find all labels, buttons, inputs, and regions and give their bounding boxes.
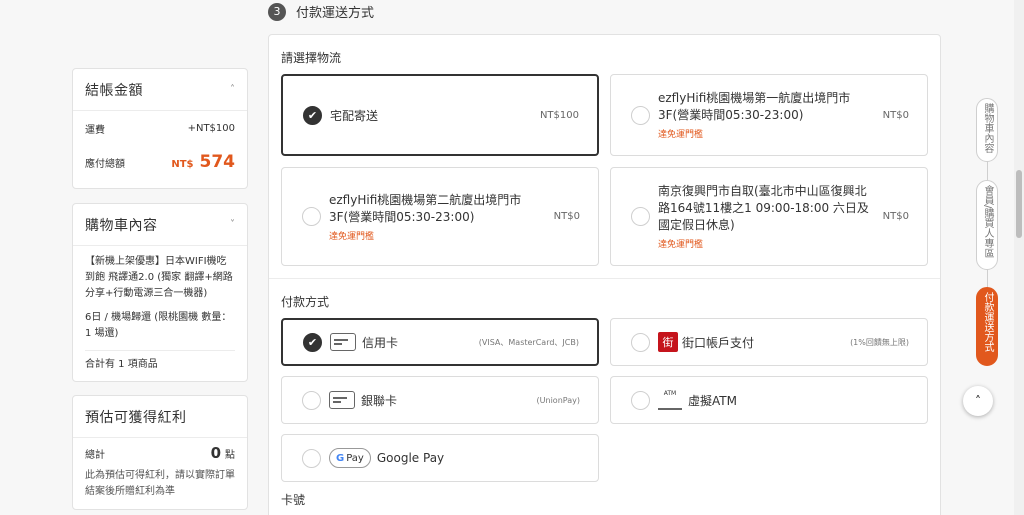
radio-button[interactable]: [631, 207, 650, 226]
radio-button[interactable]: [631, 390, 650, 410]
cart-contents-card: 購物車內容 ˅ 【新機上架優惠】日本WIFI機吃到飽 飛譯通2.0 (獨家 翻譯…: [72, 203, 248, 382]
nav-connector: [987, 268, 988, 288]
free-shipping-note: 達免運門檻: [329, 231, 375, 242]
chevron-up-icon[interactable]: ˄: [230, 84, 235, 95]
scrollbar-thumb[interactable]: [1016, 170, 1022, 238]
section-divider: [269, 278, 940, 279]
checkout-summary-header[interactable]: 結帳金額 ˄: [73, 69, 247, 111]
total-label: 應付總額: [85, 158, 125, 170]
payment-option-name: 街口帳戶支付: [682, 335, 755, 350]
payment-option-name: 虛擬ATM: [688, 393, 737, 408]
shipping-option-price: NT$100: [539, 109, 579, 121]
shipping-option-name: 宅配寄送: [330, 108, 379, 123]
points-note: 此為預估可得紅利，請以實際訂單結案後所贈紅利為準: [85, 470, 235, 497]
radio-button[interactable]: [302, 448, 321, 468]
credit-card-icon: [330, 333, 356, 351]
side-nav-label: 會員/購買人專區: [982, 185, 993, 259]
cart-contents-title: 購物車內容: [85, 217, 158, 234]
scroll-top-button[interactable]: ˄: [963, 386, 993, 416]
cart-item-count: 合計有 1 項商品: [85, 359, 158, 370]
arrow-up-icon: ˄: [975, 394, 981, 408]
payment-option-jkopay[interactable]: 街 街口帳戶支付 (1%回饋無上限): [610, 318, 928, 366]
payment-option-name: 銀聯卡: [361, 393, 398, 408]
total-amount: 574: [199, 152, 236, 172]
shipping-fee-value: +NT$100: [187, 122, 235, 134]
google-pay-icon: G Pay: [329, 448, 371, 468]
payment-option-virtual-atm[interactable]: ATM 虛擬ATM: [610, 376, 928, 424]
payment-option-note: (VISA、MasterCard、JCB): [478, 337, 579, 347]
radio-button[interactable]: [302, 390, 321, 410]
atm-icon: ATM: [658, 390, 682, 410]
cart-contents-header[interactable]: 購物車內容 ˅: [73, 204, 247, 246]
step-number: 3: [268, 2, 286, 21]
step-header: 3 付款運送方式: [268, 2, 374, 21]
nav-connector: [987, 160, 988, 180]
payment-option-name: Google Pay: [376, 451, 445, 465]
step-title: 付款運送方式: [296, 6, 375, 21]
free-shipping-note: 達免運門檻: [658, 130, 704, 140]
shipping-option-name: 南京復興門市自取(臺北市中山區復興北路164號11樓之1 09:00-18:00…: [658, 184, 869, 232]
chevron-down-icon[interactable]: ˅: [230, 219, 235, 230]
points-unit: 點: [225, 450, 235, 461]
side-nav-label: 付款運送方式: [982, 292, 993, 352]
shipping-section-label: 請選擇物流: [281, 51, 342, 65]
points-value: 0: [210, 444, 221, 462]
shipping-option-name: ezflyHifi桃園機場第二航廈出境門市3F(營業時間05:30-23:00): [329, 192, 522, 224]
card-number-label: 卡號: [281, 493, 306, 507]
payment-option-unionpay[interactable]: 銀聯卡 (UnionPay): [281, 376, 599, 424]
payment-shipping-panel: 請選擇物流 ✔ 宅配寄送 NT$100 ezflyHifi桃園機場第一航廈出境門…: [268, 34, 941, 515]
payment-option-name: 信用卡: [362, 335, 399, 350]
checkout-summary-title: 結帳金額: [85, 82, 143, 99]
payment-option-note: (1%回饋無上限): [850, 337, 909, 347]
check-icon: ✔: [303, 105, 322, 125]
shipping-option-home-delivery[interactable]: ✔ 宅配寄送 NT$100: [281, 74, 599, 156]
shipping-option-t1-store[interactable]: ezflyHifi桃園機場第一航廈出境門市3F(營業時間05:30-23:00)…: [610, 74, 928, 156]
points-total-label: 總計: [85, 449, 105, 461]
side-nav-payment-shipping[interactable]: 付款運送方式: [976, 287, 998, 366]
radio-button[interactable]: [302, 207, 321, 226]
scrollbar[interactable]: [1014, 0, 1024, 515]
shipping-option-price: NT$0: [882, 109, 909, 121]
points-total-row: 總計 0 點: [73, 438, 247, 468]
shipping-option-nanjing-pickup[interactable]: 南京復興門市自取(臺北市中山區復興北路164號11樓之1 09:00-18:00…: [610, 167, 928, 266]
side-nav-cart[interactable]: 購物車內容: [976, 98, 998, 162]
payment-option-google-pay[interactable]: G Pay Google Pay: [281, 434, 599, 482]
total-row: 應付總額 NT$ 574: [73, 145, 247, 179]
total-currency: NT$: [171, 159, 194, 170]
payment-section-label: 付款方式: [281, 295, 330, 309]
checkout-summary-card: 結帳金額 ˄ 運費 +NT$100 應付總額 NT$ 574: [72, 68, 248, 189]
cart-product-spec: 6日 / 機場歸還 (限桃園機 數量：1 場還): [85, 312, 232, 339]
shipping-option-price: NT$0: [553, 211, 580, 222]
shipping-option-t2-store[interactable]: ezflyHifi桃園機場第二航廈出境門市3F(營業時間05:30-23:00)…: [281, 167, 599, 266]
unionpay-card-icon: [329, 391, 355, 409]
cart-product-name: 【新機上架優惠】日本WIFI機吃到飽 飛譯通2.0 (獨家 翻譯+網路分享+行動…: [85, 256, 233, 299]
side-nav-member[interactable]: 會員/購買人專區: [976, 180, 998, 270]
jkopay-icon: 街: [658, 332, 678, 352]
side-nav-label: 購物車內容: [982, 103, 993, 153]
payment-option-credit-card[interactable]: ✔ 信用卡 (VISA、MasterCard、JCB): [281, 318, 599, 366]
shipping-option-name: ezflyHifi桃園機場第一航廈出境門市3F(營業時間05:30-23:00): [658, 91, 851, 122]
radio-button[interactable]: [631, 105, 650, 125]
shipping-option-price: NT$0: [882, 211, 909, 222]
shipping-fee-row: 運費 +NT$100: [73, 111, 247, 145]
shipping-fee-label: 運費: [85, 124, 105, 136]
google-pay-icon-text: Pay: [346, 452, 364, 464]
points-title: 預估可獲得紅利: [85, 409, 187, 426]
radio-button[interactable]: [631, 332, 650, 352]
check-icon: ✔: [303, 332, 322, 352]
payment-option-note: (UnionPay): [536, 395, 580, 405]
points-card: 預估可獲得紅利 總計 0 點 此為預估可得紅利，請以實際訂單結案後所贈紅利為準: [72, 395, 248, 510]
free-shipping-note: 達免運門檻: [658, 240, 704, 250]
points-header: 預估可獲得紅利: [73, 396, 247, 438]
